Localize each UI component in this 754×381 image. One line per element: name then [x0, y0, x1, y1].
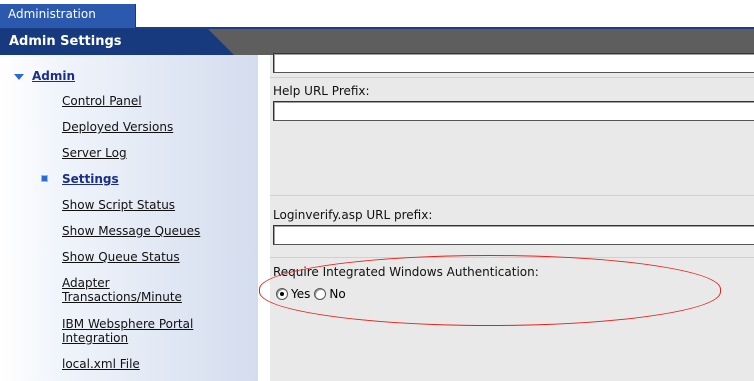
sidebar-group-admin[interactable]: Admin [14, 69, 75, 83]
sidebar-item-show-script-status[interactable]: Show Script Status [62, 198, 175, 212]
sidebar-item-ibm-websphere[interactable]: IBM Websphere Portal Integration [62, 317, 232, 345]
sidebar-item-local-xml[interactable]: local.xml File [62, 357, 140, 371]
sidebar-item-deployed-versions[interactable]: Deployed Versions [62, 120, 173, 134]
help-url-label: Help URL Prefix: [273, 84, 370, 98]
radio-no[interactable] [314, 288, 327, 300]
sidebar-item-label[interactable]: IBM Websphere Portal Integration [62, 317, 193, 345]
square-bullet-icon [41, 175, 48, 182]
loginverify-url-label: Loginverify.asp URL prefix: [273, 208, 433, 222]
tab-administration[interactable]: Administration [0, 4, 136, 28]
sidebar-group-label[interactable]: Admin [32, 69, 75, 83]
radio-yes-label[interactable]: Yes [291, 287, 310, 301]
sidebar-item-label[interactable]: Adapter Transactions/Minute [62, 276, 182, 304]
radio-selected-dot [280, 292, 284, 296]
triangle-down-icon[interactable] [14, 74, 24, 80]
help-url-input[interactable] [273, 101, 754, 121]
sidebar-item-settings[interactable]: Settings [62, 172, 119, 186]
sidebar-item-control-panel[interactable]: Control Panel [62, 94, 142, 108]
loginverify-url-input[interactable] [273, 225, 754, 245]
divider [270, 257, 754, 258]
sidebar-separator [258, 55, 270, 381]
top-text-field[interactable] [273, 53, 754, 73]
sidebar-item-show-queue-status[interactable]: Show Queue Status [62, 250, 180, 264]
windows-auth-radio-group: Yes No [276, 287, 350, 301]
divider [270, 77, 754, 78]
windows-auth-label: Require Integrated Windows Authenticatio… [273, 265, 539, 279]
sidebar-item-show-message-queues[interactable]: Show Message Queues [62, 224, 200, 238]
sidebar-item-adapter-transactions[interactable]: Adapter Transactions/Minute [62, 276, 212, 304]
radio-no-label[interactable]: No [329, 287, 345, 301]
divider [270, 195, 754, 196]
radio-yes[interactable] [276, 288, 288, 300]
sidebar-item-server-log[interactable]: Server Log [62, 146, 127, 160]
